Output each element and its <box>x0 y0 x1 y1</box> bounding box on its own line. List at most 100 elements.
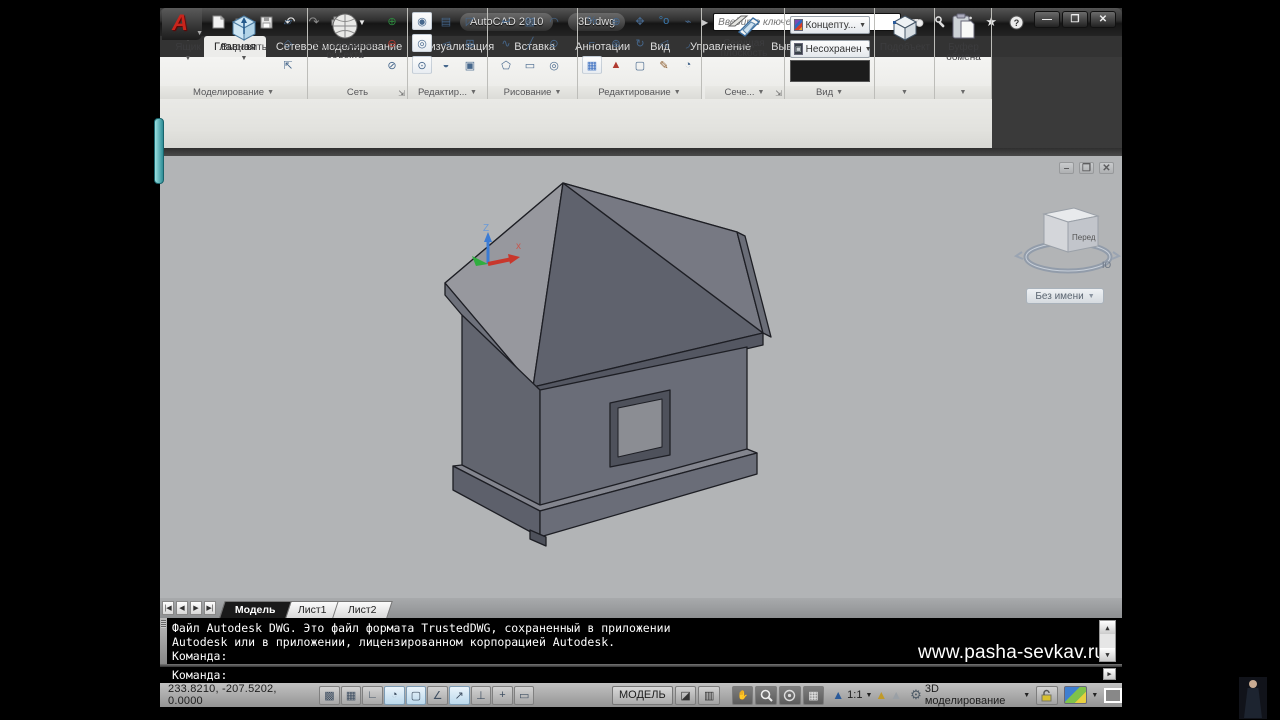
status-menu-chevron-icon[interactable]: ▼ <box>1091 692 1098 699</box>
visual-style-dropdown[interactable]: Концепту... ▼ <box>790 16 870 34</box>
scroll-right-icon[interactable]: ▶ <box>1103 668 1116 680</box>
drawing-canvas[interactable]: Z x Перед Ю – ❐ ✕ <box>160 156 1122 598</box>
fillet-icon[interactable] <box>678 34 698 52</box>
rectangular-array-icon[interactable] <box>630 56 650 74</box>
polyline-edit-icon[interactable] <box>654 56 674 74</box>
union-icon[interactable] <box>412 12 432 30</box>
extrude-button[interactable]: Выдавить ▼ <box>218 12 270 64</box>
polyline-icon[interactable] <box>496 12 516 30</box>
planar-surface-icon[interactable] <box>278 34 298 52</box>
tab-model[interactable]: Модель <box>219 601 291 618</box>
drawing-close-button[interactable]: ✕ <box>1099 162 1114 174</box>
solid-history-icon[interactable] <box>436 12 456 30</box>
slice-icon[interactable] <box>460 12 480 30</box>
first-tab-icon[interactable]: |◀ <box>162 601 174 615</box>
command-prompt[interactable]: Команда: <box>172 668 227 682</box>
model-space-button[interactable]: МОДЕЛЬ <box>612 686 673 705</box>
mirror-icon[interactable] <box>654 34 674 52</box>
imprint-icon[interactable] <box>460 56 480 74</box>
panel-label-mesh[interactable]: Сеть⇲ <box>308 86 407 99</box>
arc-icon[interactable] <box>544 12 564 30</box>
section-plane-button[interactable]: Секущая плоскость <box>711 12 777 59</box>
lineweight-toggle[interactable] <box>514 686 535 705</box>
workspace-switcher[interactable]: ⚙ 3D моделирование ▼ <box>910 683 1030 707</box>
object-snap-toggle[interactable] <box>406 686 427 705</box>
next-tab-icon[interactable]: ▶ <box>190 601 202 615</box>
snap-toggle[interactable] <box>319 686 340 705</box>
command-window-grip[interactable] <box>160 618 167 664</box>
command-window[interactable]: Файл Autodesk DWG. Это файл формата Trus… <box>160 618 1122 683</box>
annotation-autoscale-icon[interactable]: ▲ <box>890 688 902 702</box>
panel-launcher-icon[interactable]: ⇲ <box>398 89 405 98</box>
smooth-less-icon[interactable] <box>382 34 402 52</box>
revision-cloud-icon[interactable] <box>544 56 564 74</box>
command-scrollbar[interactable]: ▲ ▼ <box>1099 620 1116 662</box>
application-status-menu-icon[interactable] <box>1064 686 1088 704</box>
panel-label-modeling[interactable]: Моделирование▼ <box>160 86 307 99</box>
polygon-icon[interactable] <box>496 56 516 74</box>
drawing-minimize-button[interactable]: – <box>1059 162 1074 174</box>
chevron-down-icon[interactable]: ▼ <box>865 692 872 699</box>
rectangle-icon[interactable] <box>520 56 540 74</box>
minimize-button[interactable]: — <box>1034 11 1060 28</box>
close-button[interactable]: ✕ <box>1090 11 1116 28</box>
spline-icon[interactable] <box>496 34 516 52</box>
view-name-dropdown[interactable]: ▣ Несохранен ▼ <box>790 40 870 58</box>
smooth-object-button[interactable]: Сглаживание объекта <box>314 12 376 61</box>
pan-icon[interactable] <box>732 686 754 705</box>
panel-label-section[interactable]: Сече...▼⇲ <box>705 86 784 99</box>
smooth-more-icon[interactable] <box>382 12 402 30</box>
rotate-icon[interactable] <box>630 34 650 52</box>
thicken-icon[interactable] <box>436 34 456 52</box>
press-pull-icon[interactable] <box>278 56 298 74</box>
show-motion-icon[interactable] <box>803 686 825 705</box>
help-icon[interactable]: ? <box>1006 13 1026 31</box>
mesh-refine-icon[interactable] <box>382 56 402 74</box>
application-menu-button[interactable]: ▼ <box>162 8 202 40</box>
grid-toggle[interactable] <box>341 686 362 705</box>
ortho-toggle[interactable] <box>362 686 383 705</box>
panel-label-solid-editing[interactable]: Редактир...▼ <box>408 86 487 99</box>
3d-object-snap-toggle[interactable] <box>427 686 448 705</box>
line-icon[interactable] <box>520 34 540 52</box>
polar-tracking-toggle[interactable] <box>384 686 405 705</box>
3d-align-icon[interactable] <box>606 56 626 74</box>
copy-icon[interactable] <box>654 12 674 30</box>
extract-edges-icon[interactable] <box>436 56 456 74</box>
sweep-edit-icon[interactable] <box>678 56 698 74</box>
hatch-icon[interactable] <box>520 12 540 30</box>
polysolid-icon[interactable] <box>278 12 298 30</box>
lock-icon[interactable] <box>1036 686 1058 705</box>
clean-screen-icon[interactable] <box>1104 688 1122 703</box>
chevron-down-icon[interactable]: ▼ <box>241 54 248 64</box>
panel-label-subobject[interactable]: ▼ <box>875 86 934 99</box>
command-separator[interactable] <box>160 664 1122 667</box>
chevron-down-icon[interactable]: ▼ <box>185 54 192 64</box>
quick-view-layouts-icon[interactable] <box>675 686 697 705</box>
annotation-visibility-icon[interactable]: ▲ <box>875 688 887 702</box>
quick-view-drawings-icon[interactable] <box>698 686 720 705</box>
clipboard-button[interactable]: Буфер обмена <box>939 12 988 63</box>
intersect-icon[interactable] <box>412 56 432 74</box>
stretch-icon[interactable] <box>582 34 602 52</box>
array-icon[interactable] <box>606 34 626 52</box>
trim-icon[interactable] <box>678 12 698 30</box>
tab-layout2[interactable]: Лист2 <box>333 601 393 618</box>
scroll-down-icon[interactable]: ▼ <box>1100 648 1115 661</box>
subobject-button[interactable]: Подобъект <box>879 12 931 53</box>
prev-tab-icon[interactable]: ◀ <box>176 601 188 615</box>
interfere-icon[interactable] <box>460 34 480 52</box>
drawing-restore-button[interactable]: ❐ <box>1079 162 1094 174</box>
viewcube-view-dropdown[interactable]: Без имени ▼ <box>1026 288 1104 304</box>
dynamic-ucs-toggle[interactable] <box>471 686 492 705</box>
restore-button[interactable]: ❐ <box>1062 11 1088 28</box>
subtract-icon[interactable] <box>412 34 432 52</box>
annotation-scale-value[interactable]: 1:1 <box>847 689 862 701</box>
3d-rotate-icon[interactable] <box>606 12 626 30</box>
panel-label-modify[interactable]: Редактирование▼ <box>578 86 701 99</box>
panel-label-draw[interactable]: Рисование▼ <box>488 86 577 99</box>
panel-label-clipboard[interactable]: ▼ <box>935 86 991 99</box>
steering-wheel-icon[interactable] <box>779 686 801 705</box>
coordinates-readout[interactable]: 233.8210, -207.5202, 0.0000 <box>160 683 307 707</box>
scroll-up-icon[interactable]: ▲ <box>1100 621 1115 634</box>
